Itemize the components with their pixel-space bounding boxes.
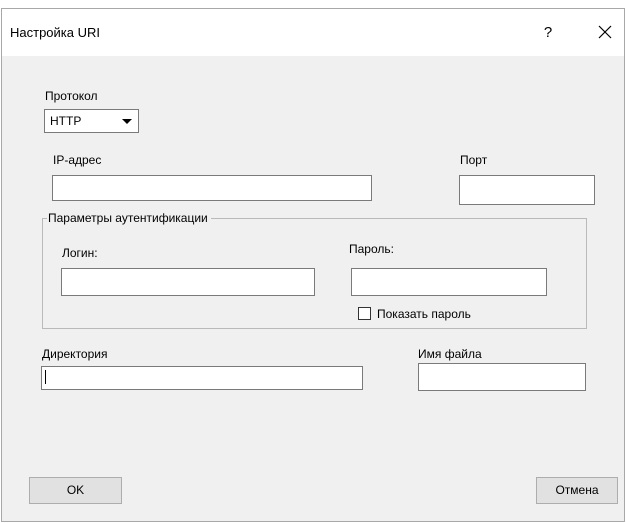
directory-label: Директория bbox=[42, 347, 108, 361]
password-input[interactable] bbox=[351, 268, 547, 296]
protocol-label: Протокол bbox=[45, 89, 98, 103]
title-bar: Настройка URI ? bbox=[2, 9, 624, 56]
port-label: Порт bbox=[460, 153, 488, 167]
ip-address-input[interactable] bbox=[52, 175, 372, 201]
login-label: Логин: bbox=[62, 246, 98, 260]
dialog-title: Настройка URI bbox=[10, 25, 100, 40]
auth-group-label: Параметры аутентификации bbox=[47, 211, 211, 225]
port-input[interactable] bbox=[459, 175, 595, 205]
directory-input[interactable] bbox=[41, 366, 363, 390]
protocol-select[interactable]: HTTP bbox=[44, 109, 139, 133]
login-input[interactable] bbox=[61, 268, 315, 296]
show-password-checkbox[interactable] bbox=[358, 307, 371, 320]
help-button[interactable]: ? bbox=[538, 22, 558, 44]
password-label: Пароль: bbox=[349, 242, 394, 256]
text-cursor bbox=[45, 370, 46, 384]
cancel-button[interactable]: Отмена bbox=[536, 477, 618, 504]
protocol-selected-value: HTTP bbox=[50, 114, 82, 128]
ok-button[interactable]: OK bbox=[29, 477, 122, 504]
filename-input[interactable] bbox=[418, 363, 586, 391]
uri-settings-dialog: Настройка URI ? Протокол HTTP IP-адрес П… bbox=[1, 8, 625, 522]
show-password-label: Показать пароль bbox=[377, 307, 471, 321]
filename-label: Имя файла bbox=[418, 347, 482, 361]
ip-address-label: IP-адрес bbox=[53, 153, 102, 167]
close-icon bbox=[598, 25, 612, 39]
close-button[interactable] bbox=[594, 21, 616, 43]
chevron-down-icon bbox=[122, 119, 132, 124]
